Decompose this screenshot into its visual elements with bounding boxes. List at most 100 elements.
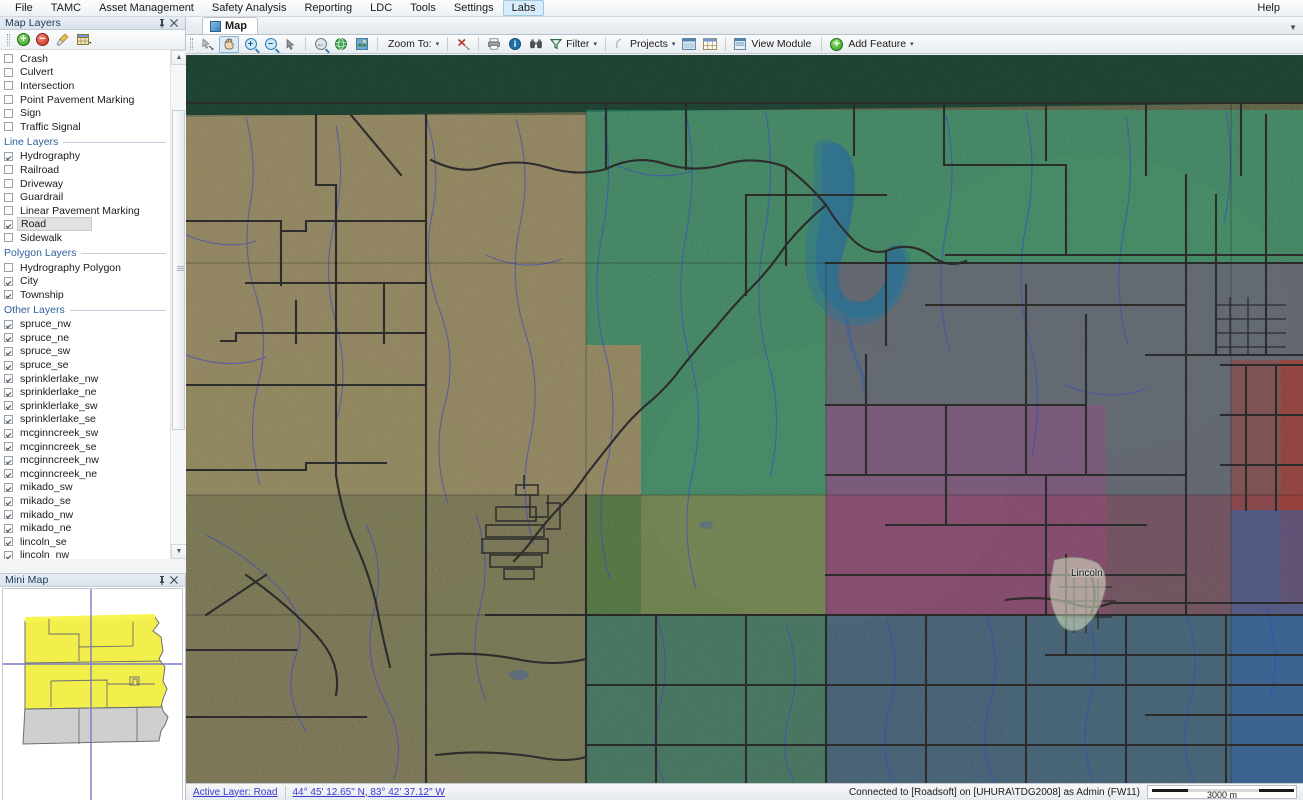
map-canvas[interactable]: Lincoln	[186, 55, 1303, 783]
zoom-to-dropdown[interactable]: Zoom To: ▾	[384, 36, 441, 53]
layer-item-road[interactable]: Road	[0, 217, 170, 232]
menu-item-settings[interactable]: Settings	[445, 0, 503, 16]
scroll-down-button[interactable]: ▼	[171, 544, 187, 559]
layer-checkbox[interactable]	[4, 414, 13, 424]
layer-item-city[interactable]: City	[0, 274, 170, 288]
layer-checkbox[interactable]	[4, 482, 13, 492]
layer-checkbox[interactable]	[4, 192, 13, 202]
layer-item-lincoln-nw[interactable]: lincoln_nw	[0, 549, 170, 559]
close-icon[interactable]	[170, 576, 182, 584]
layer-checkbox[interactable]	[4, 290, 13, 300]
layer-table-button[interactable]	[73, 32, 95, 47]
layer-checkbox[interactable]	[4, 219, 13, 229]
layer-checkbox[interactable]	[4, 54, 13, 64]
layer-item-sign[interactable]: Sign	[0, 106, 170, 120]
layer-checkbox[interactable]	[4, 333, 13, 343]
layer-checkbox[interactable]	[4, 319, 13, 329]
layer-item-hydrography[interactable]: Hydrography	[0, 150, 170, 164]
layer-checkbox[interactable]	[4, 108, 13, 118]
layer-item-mcginncreek-sw[interactable]: mcginncreek_sw	[0, 426, 170, 440]
layer-checkbox[interactable]	[4, 233, 13, 243]
layer-item-sidewalk[interactable]: Sidewalk	[0, 231, 170, 245]
layer-checkbox[interactable]	[4, 374, 13, 384]
layer-item-sprinklerlake-se[interactable]: sprinklerlake_se	[0, 413, 170, 427]
pin-icon[interactable]	[158, 18, 170, 28]
layer-checkbox[interactable]	[4, 81, 13, 91]
layer-item-sprinklerlake-sw[interactable]: sprinklerlake_sw	[0, 399, 170, 413]
arrow-select-icon[interactable]	[198, 36, 216, 53]
menu-item-safety-analysis[interactable]: Safety Analysis	[203, 0, 296, 16]
chevron-down-icon[interactable]: ▼	[1289, 23, 1297, 32]
layer-checkbox[interactable]	[4, 206, 13, 216]
panel-grid-icon[interactable]	[701, 36, 719, 53]
magnifier-plus-icon[interactable]: +	[242, 36, 259, 53]
info-icon[interactable]	[506, 36, 524, 53]
menu-item-labs[interactable]: Labs	[502, 0, 545, 16]
menu-item-help[interactable]: Help	[1248, 0, 1289, 16]
clear-selection-icon[interactable]	[454, 36, 472, 53]
layer-item-driveway[interactable]: Driveway	[0, 177, 170, 191]
panel-split-icon[interactable]	[680, 36, 698, 53]
map-layers-list[interactable]: Crash Culvert Intersection Point Pavement M…	[0, 50, 170, 559]
layer-checkbox[interactable]	[4, 496, 13, 506]
layer-checkbox[interactable]	[4, 165, 13, 175]
layer-checkbox[interactable]	[4, 179, 13, 189]
scroll-up-button[interactable]: ▲	[171, 50, 187, 65]
layer-item-spruce-sw[interactable]: spruce_sw	[0, 345, 170, 359]
layer-checkbox[interactable]	[4, 360, 13, 370]
pin-icon[interactable]	[158, 575, 170, 585]
magnifier-minus-icon[interactable]: −	[262, 36, 279, 53]
hand-icon[interactable]	[219, 35, 239, 53]
close-icon[interactable]	[170, 19, 182, 27]
active-layer-label[interactable]: Active Layer: Road	[193, 787, 278, 798]
menu-item-tools[interactable]: Tools	[401, 0, 445, 16]
layer-checkbox[interactable]	[4, 95, 13, 105]
globe-icon[interactable]	[332, 36, 350, 53]
layer-item-spruce-se[interactable]: spruce_se	[0, 358, 170, 372]
paintbrush-icon[interactable]	[54, 32, 69, 47]
view-module-button[interactable]: View Module	[732, 36, 815, 53]
layer-item-mikado-ne[interactable]: mikado_ne	[0, 521, 170, 535]
layer-checkbox[interactable]	[4, 428, 13, 438]
layer-item-spruce-ne[interactable]: spruce_ne	[0, 331, 170, 345]
toolbar-grip[interactable]	[7, 33, 10, 46]
layer-item-culvert[interactable]: Culvert	[0, 66, 170, 80]
layer-checkbox[interactable]	[4, 550, 13, 559]
layer-item-mikado-nw[interactable]: mikado_nw	[0, 508, 170, 522]
map-layers-scrollbar[interactable]: ▲ ▼	[170, 50, 187, 559]
layer-checkbox[interactable]	[4, 537, 13, 547]
layer-checkbox[interactable]	[4, 387, 13, 397]
layer-checkbox[interactable]	[4, 442, 13, 452]
binoculars-icon[interactable]	[527, 36, 545, 53]
layer-item-railroad[interactable]: Railroad	[0, 163, 170, 177]
remove-layer-button[interactable]: −	[35, 32, 50, 47]
layer-item-point-pavement-marking[interactable]: Point Pavement Marking	[0, 93, 170, 107]
layer-item-mikado-se[interactable]: mikado_se	[0, 494, 170, 508]
magnifier-back-icon[interactable]: ←	[312, 36, 329, 53]
layer-checkbox[interactable]	[4, 122, 13, 132]
layer-item-lincoln-se[interactable]: lincoln_se	[0, 535, 170, 549]
layer-item-sprinklerlake-ne[interactable]: sprinklerlake_ne	[0, 385, 170, 399]
layer-zoom-icon[interactable]	[353, 36, 371, 53]
layer-checkbox[interactable]	[4, 510, 13, 520]
layer-checkbox[interactable]	[4, 276, 13, 286]
menu-item-tamc[interactable]: TAMC	[42, 0, 90, 16]
layer-item-mcginncreek-nw[interactable]: mcginncreek_nw	[0, 453, 170, 467]
menu-item-file[interactable]: File	[6, 0, 42, 16]
layer-checkbox[interactable]	[4, 401, 13, 411]
layer-item-linear-pavement-marking[interactable]: Linear Pavement Marking	[0, 204, 170, 218]
active-layer-status[interactable]: Active Layer: Road	[186, 785, 285, 800]
menu-item-asset-management[interactable]: Asset Management	[90, 0, 203, 16]
layer-checkbox[interactable]	[4, 67, 13, 77]
projects-button[interactable]: Projects ▾	[612, 36, 677, 53]
layer-checkbox[interactable]	[4, 151, 13, 161]
layer-item-spruce-nw[interactable]: spruce_nw	[0, 318, 170, 332]
layer-checkbox[interactable]	[4, 469, 13, 479]
add-layer-button[interactable]: +	[16, 32, 31, 47]
layer-item-township[interactable]: Township	[0, 288, 170, 302]
layer-item-mcginncreek-se[interactable]: mcginncreek_se	[0, 440, 170, 454]
layer-checkbox[interactable]	[4, 523, 13, 533]
layer-item-traffic-signal[interactable]: Traffic Signal	[0, 120, 170, 134]
layer-item-mcginncreek-ne[interactable]: mcginncreek_ne	[0, 467, 170, 481]
layer-checkbox[interactable]	[4, 346, 13, 356]
